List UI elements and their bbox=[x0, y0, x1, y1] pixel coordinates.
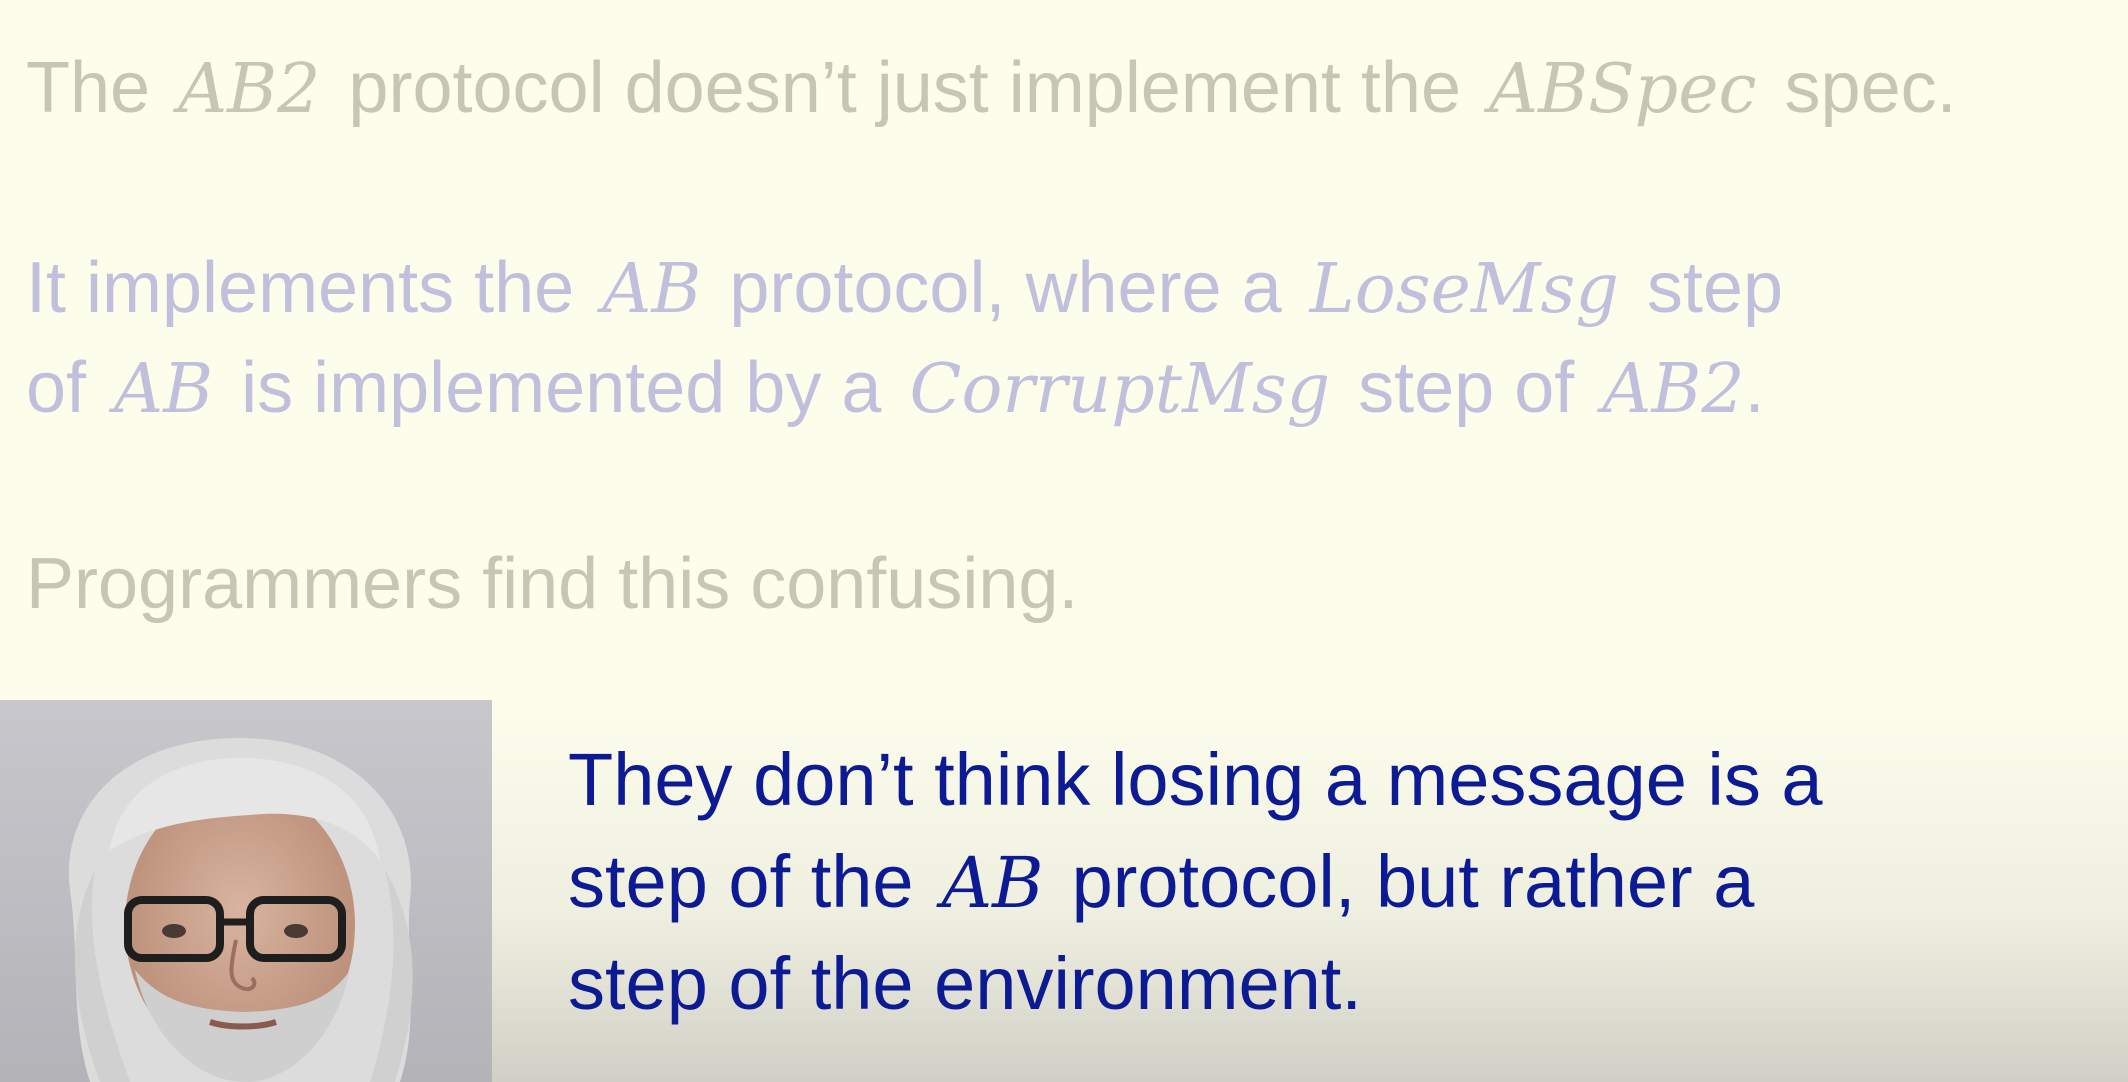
slide-line-2: It implements the AB protocol, where a Lose… bbox=[26, 244, 1783, 334]
line2-math-1: AB bbox=[602, 250, 702, 329]
line1-text-1: The bbox=[26, 48, 151, 128]
line1-math-2: ABSpec bbox=[1489, 50, 1757, 129]
line3-math-2: CorruptMsg bbox=[909, 350, 1331, 429]
line3-text-4: . bbox=[1744, 348, 1765, 428]
line2-text-1: It implements the bbox=[26, 248, 575, 328]
line2-text-3: step bbox=[1646, 248, 1784, 328]
caption-line-2-text-2: protocol, but rather a bbox=[1071, 840, 1755, 923]
caption-line-3-text: step of the environment. bbox=[568, 942, 1362, 1025]
speaker-portrait-icon bbox=[0, 700, 492, 1082]
line3-text-1: of bbox=[26, 348, 87, 428]
line4-text-1: Programmers find this confusing. bbox=[26, 544, 1079, 624]
line3-math-3: AB2 bbox=[1602, 350, 1745, 429]
speaker-video-thumbnail bbox=[0, 700, 492, 1082]
line2-math-2: LoseMsg bbox=[1309, 250, 1619, 329]
caption-line-3: step of the environment. bbox=[568, 940, 1362, 1028]
caption-line-2: step of the AB protocol, but rather a bbox=[568, 838, 1754, 927]
caption-line-1: They don’t think losing a message is a bbox=[568, 736, 1823, 824]
line2-text-2: protocol, where a bbox=[729, 248, 1282, 328]
slide-line-1: The AB2 protocol doesn’t just implement th… bbox=[26, 44, 1957, 134]
line1-text-2: protocol doesn’t just implement the bbox=[348, 48, 1462, 128]
line3-math-1: AB bbox=[114, 350, 214, 429]
caption-line-1-text: They don’t think losing a message is a bbox=[568, 738, 1823, 821]
slide-line-3: of AB is implemented by a CorruptMsg step of… bbox=[26, 344, 1765, 434]
caption-line-2-text-1: step of the bbox=[568, 840, 914, 923]
slide-line-4: Programmers find this confusing. bbox=[26, 540, 1078, 628]
line3-text-2: is implemented by a bbox=[241, 348, 882, 428]
slide: The AB2 protocol doesn’t just implement th… bbox=[0, 0, 2128, 1082]
line1-text-3: spec. bbox=[1784, 48, 1957, 128]
line1-math-1: AB2 bbox=[178, 50, 321, 129]
caption-line-2-math: AB bbox=[941, 842, 1044, 924]
line3-text-3: step of bbox=[1358, 348, 1575, 428]
